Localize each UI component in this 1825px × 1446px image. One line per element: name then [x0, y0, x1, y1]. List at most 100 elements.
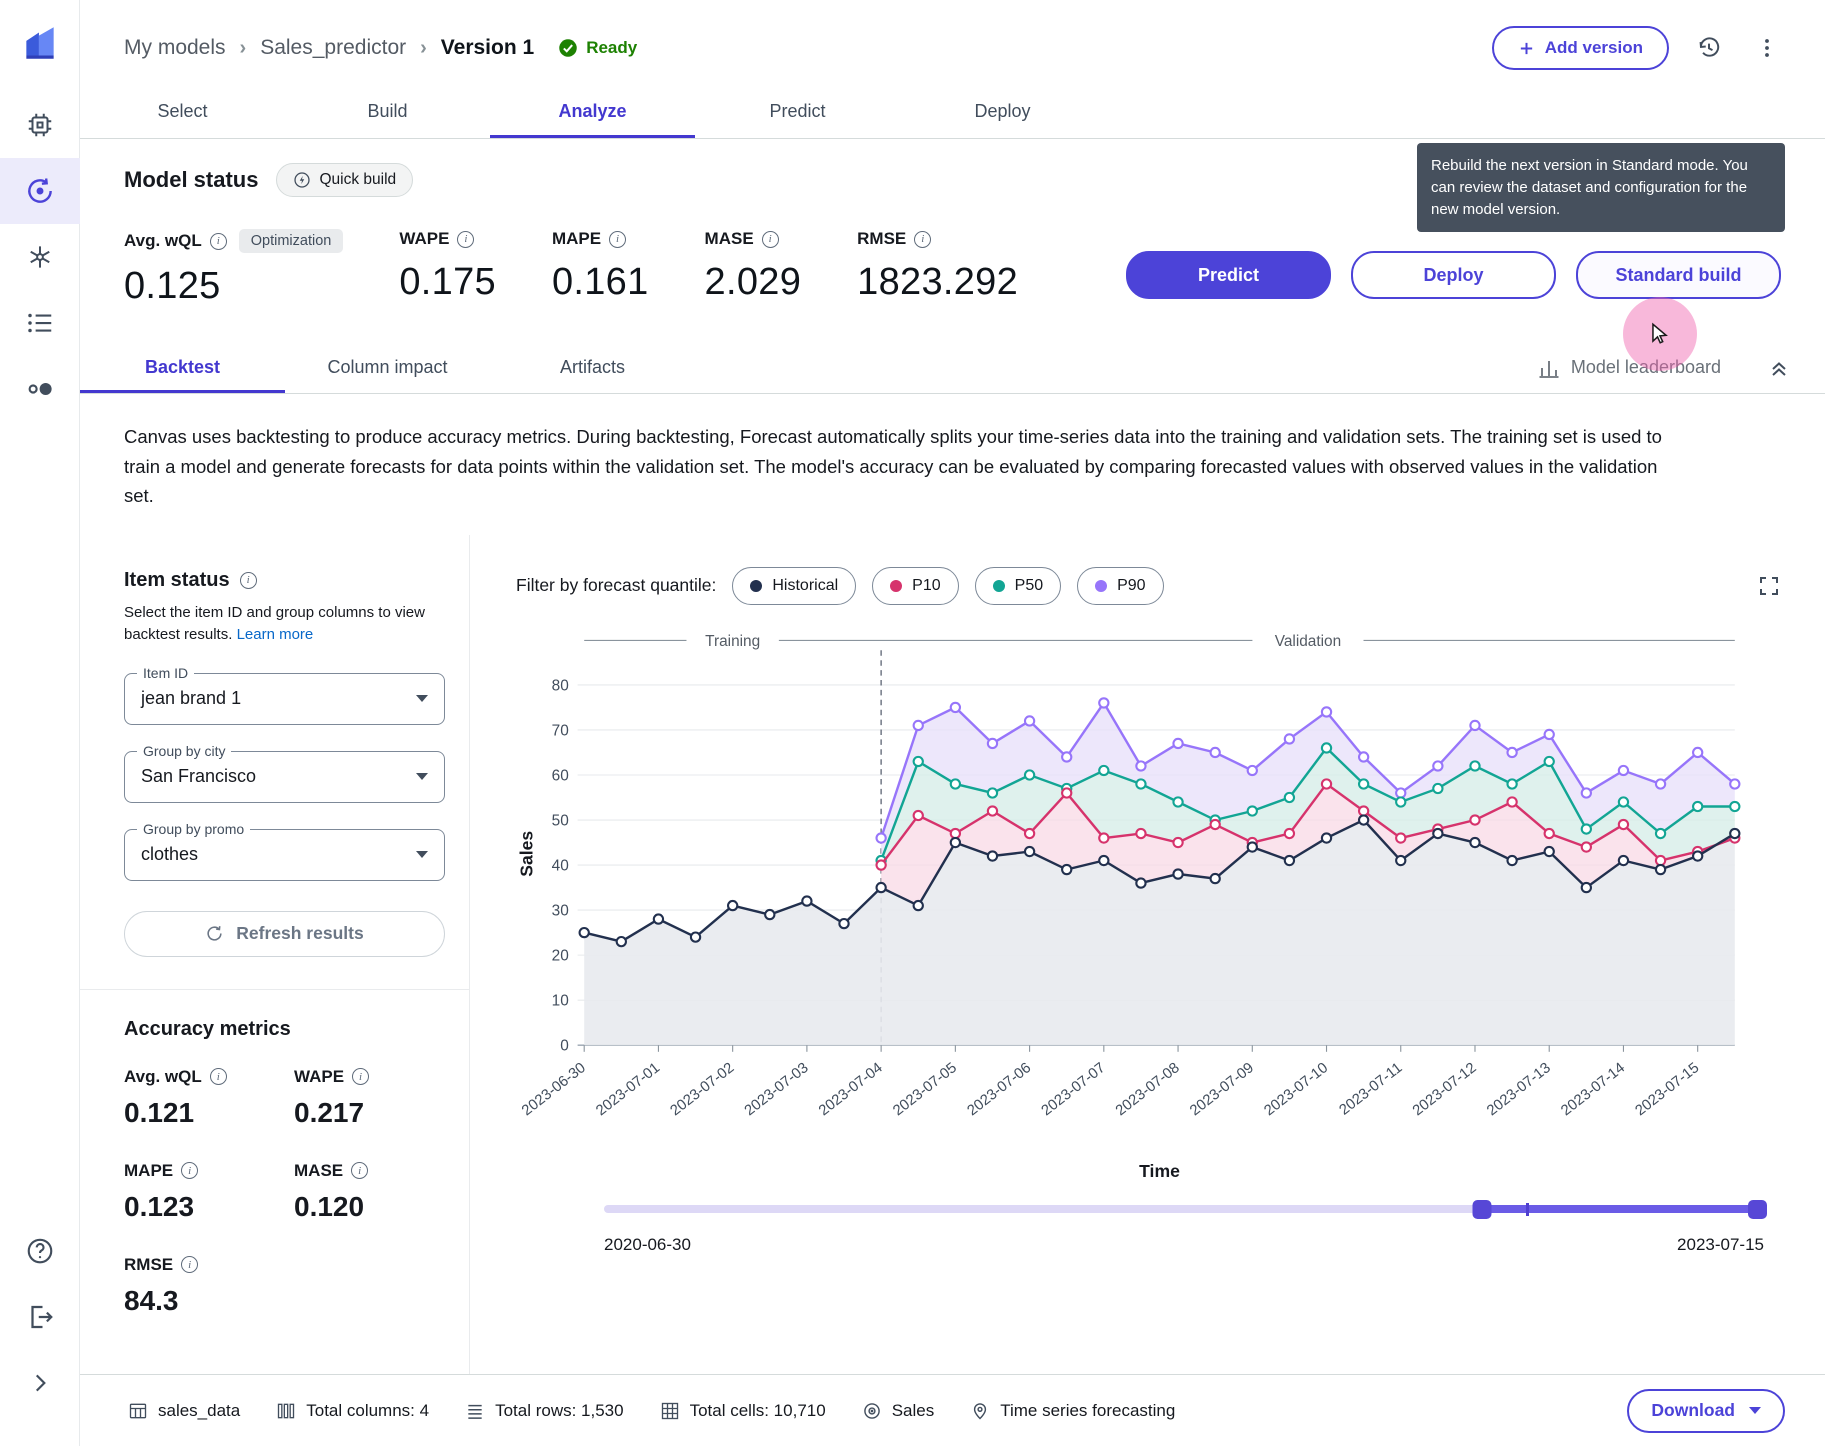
tab-backtest[interactable]: Backtest [80, 342, 285, 393]
info-icon[interactable] [609, 231, 626, 248]
svg-text:50: 50 [552, 812, 569, 829]
sidebar-item-ready-models[interactable] [0, 224, 80, 290]
pin-icon [970, 1401, 990, 1421]
svg-text:2023-07-14: 2023-07-14 [1558, 1060, 1628, 1119]
group-by-city-select[interactable]: Group by city San Francisco [124, 751, 445, 803]
tab-predict[interactable]: Predict [695, 86, 900, 138]
expand-sidebar-icon[interactable] [0, 1350, 80, 1416]
svg-text:Sales: Sales [517, 830, 537, 876]
slider-selected-range[interactable] [1482, 1205, 1764, 1213]
divider [80, 989, 469, 990]
click-indicator [1623, 297, 1697, 371]
tab-artifacts[interactable]: Artifacts [490, 342, 695, 393]
info-icon[interactable] [210, 1068, 227, 1085]
download-button[interactable]: Download [1627, 1389, 1785, 1433]
svg-text:2023-07-10: 2023-07-10 [1261, 1060, 1331, 1119]
total-rows: Total rows: 1,530 [465, 1401, 624, 1421]
optimization-badge: Optimization [239, 229, 344, 253]
learn-more-link[interactable]: Learn more [237, 626, 314, 643]
legend-pill-p50[interactable]: P50 [975, 567, 1061, 605]
acc-metric-avg-wql: Avg. wQL 0.121 [124, 1067, 294, 1129]
cells-grid-icon [660, 1401, 680, 1421]
svg-text:2023-07-03: 2023-07-03 [742, 1060, 812, 1119]
info-icon[interactable] [352, 1068, 369, 1085]
tab-deploy[interactable]: Deploy [900, 86, 1105, 138]
info-icon[interactable] [210, 233, 227, 250]
legend-pill-historical[interactable]: Historical [732, 567, 856, 605]
add-version-button[interactable]: Add version [1492, 26, 1669, 70]
item-id-select[interactable]: Item ID jean brand 1 [124, 673, 445, 725]
rows-icon [465, 1401, 485, 1421]
standard-build-button[interactable]: Standard build [1576, 251, 1781, 299]
kebab-menu-icon[interactable] [1749, 30, 1785, 66]
info-icon[interactable] [762, 231, 779, 248]
chevron-down-icon [1749, 1407, 1761, 1414]
predict-button[interactable]: Predict [1126, 251, 1331, 299]
acc-metric-mase: MASE 0.120 [294, 1161, 464, 1223]
slider-track[interactable] [604, 1199, 1764, 1219]
breadcrumb-model[interactable]: Sales_predictor [260, 36, 406, 60]
svg-text:2023-07-08: 2023-07-08 [1113, 1060, 1183, 1119]
svg-text:10: 10 [552, 992, 569, 1009]
svg-text:Time: Time [1139, 1161, 1180, 1181]
legend-dot [1095, 580, 1107, 592]
sidebar-item-jobs[interactable] [0, 290, 80, 356]
total-columns: Total columns: 4 [276, 1401, 429, 1421]
metric-avg-wql: Avg. wQLOptimization 0.125 [124, 229, 343, 308]
columns-icon [276, 1401, 296, 1421]
check-circle-icon [558, 38, 578, 58]
chip-icon [25, 110, 55, 140]
dataset-status-bar: sales_data Total columns: 4 Total rows: … [80, 1374, 1825, 1446]
svg-text:2023-07-01: 2023-07-01 [593, 1060, 663, 1119]
sidebar-item-my-models[interactable] [0, 158, 80, 224]
version-history-icon[interactable] [1691, 30, 1727, 66]
asterisk-nodes-icon [25, 242, 55, 272]
help-icon[interactable] [0, 1218, 80, 1284]
item-status-title: Item status [124, 569, 230, 592]
sidebar-item-datasets[interactable] [0, 92, 80, 158]
app-sidebar [0, 0, 80, 1446]
tab-analyze[interactable]: Analyze [490, 86, 695, 138]
chevron-down-icon [416, 773, 428, 780]
metric-mase: MASE 2.029 [705, 229, 802, 308]
deploy-button[interactable]: Deploy [1351, 251, 1556, 299]
info-icon[interactable] [914, 231, 931, 248]
info-icon[interactable] [181, 1256, 198, 1273]
info-icon[interactable] [351, 1162, 368, 1179]
info-icon[interactable] [457, 231, 474, 248]
slider-end-date: 2023-07-15 [1677, 1235, 1764, 1255]
refresh-results-button[interactable]: Refresh results [124, 911, 445, 957]
chevron-right-icon [240, 37, 247, 60]
svg-text:2023-07-11: 2023-07-11 [1337, 1060, 1406, 1119]
model-train-icon [24, 175, 56, 207]
tab-column-impact[interactable]: Column impact [285, 342, 490, 393]
slider-start-date: 2020-06-30 [604, 1235, 691, 1255]
forecast-chart: 01020304050607080TrainingValidation2023-… [516, 625, 1781, 1192]
signout-icon[interactable] [0, 1284, 80, 1350]
metric-wape: WAPE 0.175 [399, 229, 496, 308]
slider-handle-start[interactable] [1473, 1200, 1492, 1219]
group-by-promo-select[interactable]: Group by promo clothes [124, 829, 445, 881]
legend-pill-p10[interactable]: P10 [872, 567, 958, 605]
info-icon[interactable] [181, 1162, 198, 1179]
slider-handle-end[interactable] [1748, 1200, 1767, 1219]
svg-text:2023-07-05: 2023-07-05 [890, 1060, 960, 1119]
model-leaderboard-button[interactable]: Model leaderboard [1537, 356, 1721, 380]
tab-build[interactable]: Build [285, 86, 490, 138]
quick-build-badge: Quick build [276, 163, 413, 197]
fullscreen-icon[interactable] [1757, 574, 1781, 598]
canvas-logo-icon [18, 22, 62, 66]
time-range-slider: 2020-06-30 2023-07-15 [604, 1199, 1764, 1255]
breadcrumb-my-models[interactable]: My models [124, 36, 226, 60]
item-status-panel: Item status Select the item ID and group… [80, 535, 470, 1374]
sidebar-item-automations[interactable] [0, 356, 80, 422]
backtest-chart-panel: Filter by forecast quantile: Historical … [470, 535, 1825, 1374]
tab-select[interactable]: Select [80, 86, 285, 138]
accuracy-metrics-grid: Avg. wQL 0.121 WAPE 0.217 MAPE 0.123 MAS… [124, 1067, 445, 1317]
problem-type: Time series forecasting [970, 1401, 1175, 1421]
breadcrumb: My models Sales_predictor Version 1 Read… [124, 36, 637, 60]
collapse-section-icon[interactable] [1761, 350, 1797, 386]
model-status-section: Rebuild the next version in Standard mod… [80, 139, 1825, 342]
legend-pill-p90[interactable]: P90 [1077, 567, 1163, 605]
info-icon[interactable] [240, 572, 257, 589]
